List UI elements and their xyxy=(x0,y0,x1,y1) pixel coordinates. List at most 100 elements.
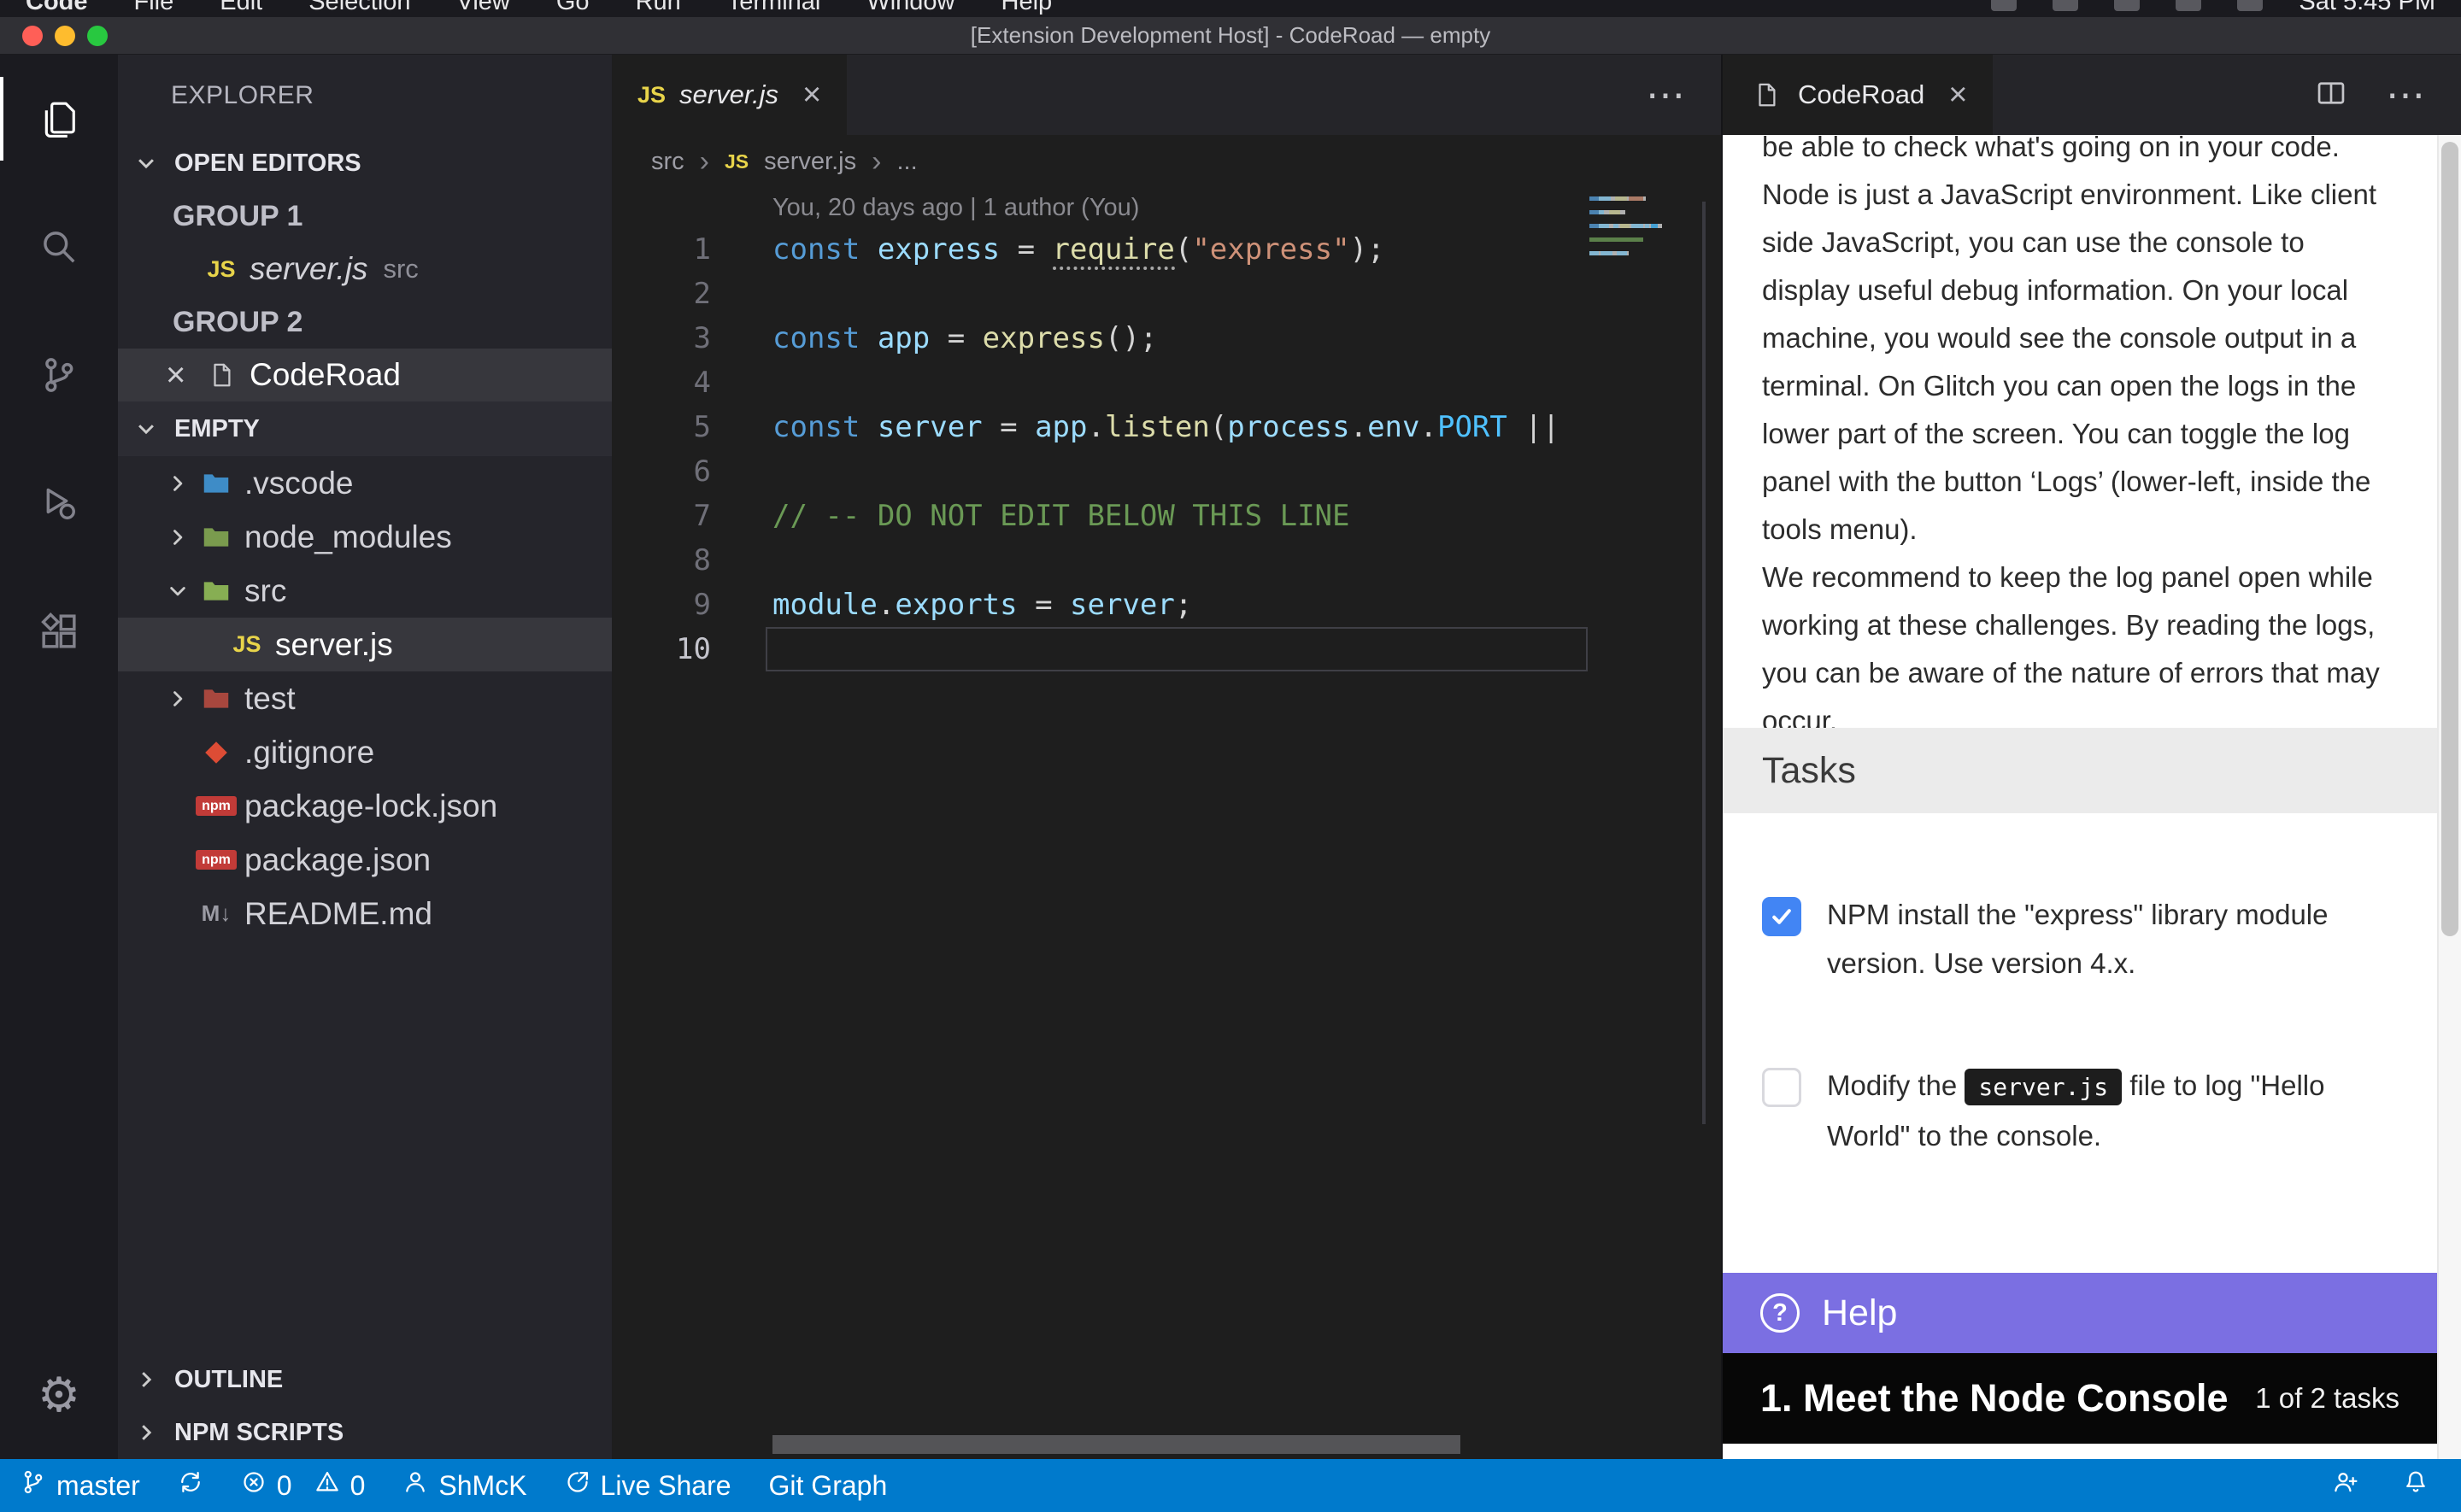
breadcrumb[interactable]: src › JS server.js › ... xyxy=(612,135,1721,188)
section-open-editors[interactable]: OPEN EDITORS xyxy=(118,137,612,190)
more-actions-icon[interactable]: ⋯ xyxy=(1646,75,1685,114)
lesson-footer[interactable]: 1. Meet the Node Console 1 of 2 tasks xyxy=(1723,1353,2437,1444)
menubar-item-terminal[interactable]: Terminal xyxy=(727,0,821,16)
help-section[interactable]: ? Help xyxy=(1723,1273,2437,1353)
close-window-button[interactable] xyxy=(22,26,43,46)
section-project-empty[interactable]: EMPTY xyxy=(118,401,612,456)
task-text: Modify the server.js file to log "Hello … xyxy=(1827,1061,2393,1160)
tree-item-label: test xyxy=(244,681,296,717)
code-line-6[interactable]: 6 xyxy=(612,449,1721,494)
close-icon[interactable]: × xyxy=(1948,77,1967,114)
status-warnings[interactable]: 0 xyxy=(314,1469,366,1502)
tab-server-js[interactable]: JS server.js × xyxy=(612,55,847,135)
lesson-text: be able to check what's going on in your… xyxy=(1723,135,2461,745)
task-text: NPM install the "express" library module… xyxy=(1827,890,2393,987)
menubar-item-view[interactable]: View xyxy=(457,0,510,16)
line-number: 10 xyxy=(612,632,711,666)
tab-coderoad[interactable]: CodeRoad × xyxy=(1723,55,1993,135)
tree-item-test[interactable]: test xyxy=(118,671,612,725)
editor-detail: src xyxy=(383,254,418,284)
activitybar-search[interactable] xyxy=(0,183,118,311)
breadcrumb-symbol[interactable]: ... xyxy=(896,148,917,176)
gear-icon: ⚙ xyxy=(38,1371,80,1419)
task-checkbox-checked[interactable] xyxy=(1762,897,1801,936)
chevron-right-icon xyxy=(133,1367,166,1392)
tab-label: server.js xyxy=(679,79,778,110)
code-line-10[interactable]: 10 xyxy=(612,627,1721,671)
line-number: 3 xyxy=(612,321,711,355)
open-editor-coderoad[interactable]: ×CodeRoad xyxy=(118,349,612,401)
menubar-item-help[interactable]: Help xyxy=(1001,0,1053,16)
status-git-graph[interactable]: Git Graph xyxy=(769,1470,888,1502)
menubar-item-go[interactable]: Go xyxy=(556,0,590,16)
status-live-share[interactable]: Live Share xyxy=(565,1469,731,1502)
editor-scrollbar[interactable] xyxy=(1702,202,1706,1124)
code-line-5[interactable]: 5const server = app.listen(process.env.P… xyxy=(612,405,1721,449)
menubar-item-run[interactable]: Run xyxy=(636,0,681,16)
code-line-9[interactable]: 9module.exports = server; xyxy=(612,583,1721,627)
status-notifications[interactable] xyxy=(2403,1469,2429,1502)
activitybar-explorer[interactable] xyxy=(0,55,118,183)
zoom-window-button[interactable] xyxy=(87,26,108,46)
horizontal-scrollbar[interactable] xyxy=(772,1435,1460,1454)
minimize-window-button[interactable] xyxy=(55,26,75,46)
tree-item-vscode[interactable]: .vscode xyxy=(118,456,612,510)
status-label: 0 xyxy=(350,1470,366,1502)
activitybar-source-control[interactable] xyxy=(0,311,118,439)
code-line-3[interactable]: 3const app = express(); xyxy=(612,316,1721,360)
status-feedback[interactable] xyxy=(2333,1469,2358,1502)
code-line-2[interactable]: 2 xyxy=(612,272,1721,316)
open-editor-server-js[interactable]: JSserver.jssrc xyxy=(118,243,612,296)
file-icon xyxy=(1748,82,1784,108)
npm-icon: npm xyxy=(196,850,237,870)
tree-item-gitignore[interactable]: .gitignore xyxy=(118,725,612,779)
breadcrumb-file[interactable]: server.js xyxy=(764,148,856,176)
error-icon xyxy=(241,1469,267,1502)
close-icon[interactable]: × xyxy=(166,356,203,395)
git-branch-icon xyxy=(21,1469,46,1502)
breadcrumb-src[interactable]: src xyxy=(651,148,684,176)
tree-item-label: README.md xyxy=(244,896,432,932)
code-line-8[interactable]: 8 xyxy=(612,538,1721,583)
task-checkbox-unchecked[interactable] xyxy=(1762,1068,1801,1107)
close-icon[interactable]: × xyxy=(802,77,821,114)
tree-item-package-lock-json[interactable]: npmpackage-lock.json xyxy=(118,779,612,833)
activitybar-manage[interactable]: ⚙ xyxy=(0,1331,118,1459)
warning-icon xyxy=(314,1469,340,1502)
tree-item-server-js[interactable]: JSserver.js xyxy=(118,618,612,671)
activitybar-run-debug[interactable] xyxy=(0,439,118,567)
code-line-4[interactable]: 4 xyxy=(612,360,1721,405)
chevron-right-icon xyxy=(166,525,198,549)
tree-item-package-json[interactable]: npmpackage.json xyxy=(118,833,612,887)
section-outline[interactable]: OUTLINE xyxy=(118,1353,612,1406)
window-title: [Extension Development Host] - CodeRoad … xyxy=(971,22,1490,49)
extensions-icon xyxy=(39,612,79,651)
tree-item-src[interactable]: src xyxy=(118,564,612,618)
status-label: master xyxy=(56,1470,140,1502)
gitlens-blame-annotation[interactable]: You, 20 days ago | 1 author (You) xyxy=(612,188,1721,227)
source-control-icon xyxy=(39,355,79,395)
code-editor[interactable]: You, 20 days ago | 1 author (You) 1const… xyxy=(612,188,1721,1459)
status-sync[interactable] xyxy=(178,1469,203,1502)
editor-label: server.js xyxy=(250,251,367,287)
status-errors[interactable]: 0 xyxy=(241,1469,292,1502)
status-account-shmck[interactable]: ShMcK xyxy=(402,1469,526,1502)
section-npm-scripts[interactable]: NPM SCRIPTS xyxy=(118,1406,612,1459)
menubar-item-edit[interactable]: Edit xyxy=(220,0,262,16)
tree-item-node-modules[interactable]: node_modules xyxy=(118,510,612,564)
more-actions-icon[interactable]: ⋯ xyxy=(2386,75,2425,114)
menubar-item-code[interactable]: Code xyxy=(26,0,88,16)
menubar-item-selection[interactable]: Selection xyxy=(308,0,410,16)
menubar-item-window[interactable]: Window xyxy=(866,0,954,16)
code-line-7[interactable]: 7// -- DO NOT EDIT BELOW THIS LINE xyxy=(612,494,1721,538)
menubar-item-file[interactable]: File xyxy=(134,0,174,16)
status-branch-master[interactable]: master xyxy=(21,1469,140,1502)
minimap[interactable] xyxy=(1589,196,1665,265)
tree-item-readme-md[interactable]: M↓README.md xyxy=(118,887,612,941)
webview-scrollbar[interactable] xyxy=(2437,135,2461,1459)
split-editor-icon[interactable] xyxy=(2316,78,2346,113)
menubar-status-icon xyxy=(2053,0,2078,11)
line-number: 2 xyxy=(612,277,711,311)
code-line-1[interactable]: 1const express = require("express"); xyxy=(612,227,1721,272)
activitybar-extensions[interactable] xyxy=(0,567,118,695)
